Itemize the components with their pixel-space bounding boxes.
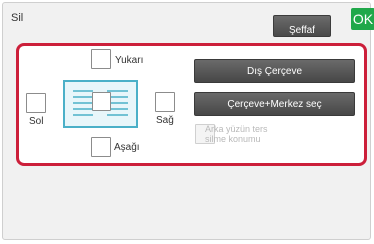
page-title: Sil xyxy=(11,12,24,24)
frame-center-button[interactable]: Çerçeve+Merkez seç xyxy=(194,92,355,116)
outer-frame-button[interactable]: Dış Çerçeve xyxy=(194,59,355,83)
left-label: Sol xyxy=(29,116,44,127)
center-checkbox[interactable] xyxy=(92,92,111,111)
left-checkbox[interactable] xyxy=(26,93,46,113)
bottom-checkbox[interactable] xyxy=(91,137,111,157)
backside-label-line1: Arka yüzün ters xyxy=(205,124,268,134)
top-label: Yukarı xyxy=(115,55,144,66)
backside-label-line2: silme konumu xyxy=(205,134,261,144)
right-label: Sağ xyxy=(156,115,174,126)
right-checkbox[interactable] xyxy=(155,92,175,112)
backside-label: Arka yüzün ters silme konumu xyxy=(205,124,268,144)
top-checkbox[interactable] xyxy=(91,49,111,69)
transparent-button[interactable]: Şeffaf xyxy=(273,15,331,37)
erase-panel: Sil Şeffaf OK Yukarı Sol Sağ Aşağı Dış Ç… xyxy=(2,2,374,240)
ok-button[interactable]: OK xyxy=(351,8,374,30)
bottom-label: Aşağı xyxy=(114,142,140,153)
